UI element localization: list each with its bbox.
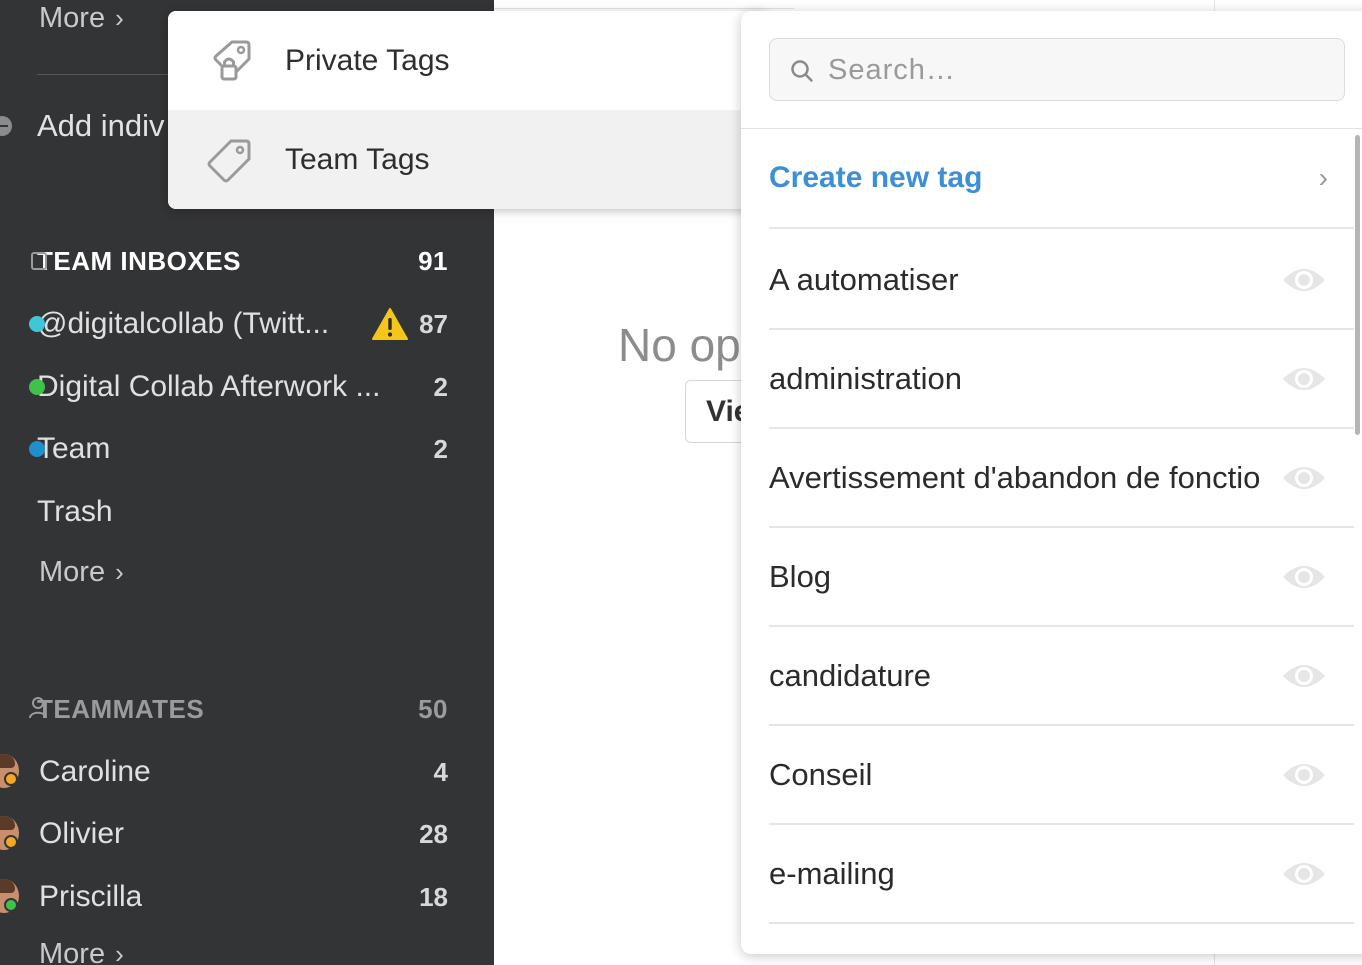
search-input[interactable] xyxy=(828,49,1328,91)
inbox-count: 2 xyxy=(433,433,448,464)
eye-icon[interactable] xyxy=(1281,561,1327,593)
status-dot xyxy=(4,835,18,849)
minus-circle-icon xyxy=(0,116,12,136)
warning-icon xyxy=(372,308,409,340)
more-link-top[interactable]: More › xyxy=(39,2,124,35)
sidebar-item-digital-collab-afterwork[interactable]: Digital Collab Afterwork ... 2 xyxy=(29,365,448,409)
inbox-name: @digitalcollab (Twitt... xyxy=(37,307,330,340)
chevron-right-icon: › xyxy=(115,3,124,33)
inbox-icon xyxy=(31,252,47,270)
add-individual-link[interactable]: Add indiv xyxy=(37,108,165,144)
inbox-count: 87 xyxy=(419,308,448,339)
chevron-right-icon: › xyxy=(1318,162,1328,193)
create-new-tag-button[interactable]: Create new tag › xyxy=(769,129,1354,229)
teammates-title: TEAMMATES xyxy=(37,694,205,724)
lock-tag-icon xyxy=(213,40,251,80)
teammate-count: 28 xyxy=(419,818,448,849)
chevron-right-icon: › xyxy=(115,557,124,587)
sidebar-item-priscilla[interactable]: Priscilla 18 xyxy=(0,875,448,919)
teammates-header[interactable]: TEAMMATES 50 xyxy=(29,694,448,725)
tag-name: administration xyxy=(769,360,962,396)
menu-item-team-tags[interactable]: Team Tags xyxy=(168,110,768,209)
more-link-inboxes[interactable]: More › xyxy=(39,556,124,589)
tag-item[interactable]: Avertissement d'abandon de fonctionnalit… xyxy=(769,429,1354,528)
search-box[interactable] xyxy=(769,38,1345,101)
more-label: More xyxy=(39,556,106,588)
tag-type-menu: Private Tags Team Tags xyxy=(168,11,768,209)
tag-name: A automatiser xyxy=(769,261,959,297)
sidebar-item-team[interactable]: Team 2 xyxy=(29,427,448,471)
inbox-color-dot xyxy=(29,316,45,332)
status-dot xyxy=(4,772,18,786)
menu-item-label: Team Tags xyxy=(285,142,430,176)
eye-icon[interactable] xyxy=(1281,363,1327,395)
tag-item[interactable]: Blog xyxy=(769,528,1354,627)
tag-icon xyxy=(207,139,251,182)
more-label: More xyxy=(39,938,106,965)
tag-name: Avertissement d'abandon de fonctionnalit… xyxy=(769,459,1261,495)
tag-item[interactable]: A automatiser xyxy=(769,231,1354,330)
inbox-color-dot xyxy=(29,379,45,395)
eye-icon[interactable] xyxy=(1281,462,1327,494)
tag-item[interactable]: administration xyxy=(769,330,1354,429)
inbox-name: Digital Collab Afterwork ... xyxy=(37,370,381,403)
eye-icon[interactable] xyxy=(1281,264,1327,296)
scrollbar[interactable] xyxy=(1355,135,1360,435)
eye-icon[interactable] xyxy=(1281,858,1327,890)
inbox-color-dot xyxy=(29,441,45,457)
teammate-name: Priscilla xyxy=(39,880,143,913)
search-icon xyxy=(791,60,813,82)
more-label: More xyxy=(39,2,106,34)
team-inboxes-count: 91 xyxy=(418,246,448,276)
more-link-teammates[interactable]: More › xyxy=(39,938,124,965)
tag-name: Conseil xyxy=(769,756,873,792)
teammate-count: 18 xyxy=(419,881,448,912)
sidebar-item-olivier[interactable]: Olivier 28 xyxy=(0,812,448,856)
tag-item[interactable]: Conseil xyxy=(769,726,1354,825)
sidebar-item-trash[interactable]: Trash xyxy=(37,490,448,534)
team-inboxes-header[interactable]: TEAM INBOXES 91 xyxy=(31,246,448,277)
eye-icon[interactable] xyxy=(1281,660,1327,692)
people-icon xyxy=(29,697,47,719)
tag-item[interactable]: candidature xyxy=(769,627,1354,726)
inbox-name: Trash xyxy=(37,495,113,528)
main-divider xyxy=(494,8,794,9)
teammate-name: Olivier xyxy=(39,817,125,850)
create-new-tag-label: Create new tag xyxy=(769,161,983,194)
menu-item-label: Private Tags xyxy=(285,43,450,77)
menu-item-private-tags[interactable]: Private Tags xyxy=(168,11,768,110)
eye-icon[interactable] xyxy=(1281,759,1327,791)
status-dot xyxy=(4,898,18,912)
tag-name: candidature xyxy=(769,657,932,693)
teammate-count: 4 xyxy=(433,756,448,787)
team-inboxes-title: TEAM INBOXES xyxy=(37,246,241,276)
teammates-count: 50 xyxy=(418,694,448,724)
tag-item[interactable]: e-mailing xyxy=(769,825,1354,924)
tag-picker-panel: Create new tag › A automatiser administr… xyxy=(741,11,1362,954)
sidebar-item-caroline[interactable]: Caroline 4 xyxy=(0,750,448,794)
tag-name: Blog xyxy=(769,558,832,594)
inbox-count: 2 xyxy=(433,371,448,402)
inbox-name: Team xyxy=(37,432,111,465)
teammate-name: Caroline xyxy=(39,755,151,788)
chevron-right-icon: › xyxy=(115,939,124,965)
sidebar-item-digitalcollab-twitter[interactable]: @digitalcollab (Twitt... 87 xyxy=(29,302,448,346)
tag-name: e-mailing xyxy=(769,855,895,891)
